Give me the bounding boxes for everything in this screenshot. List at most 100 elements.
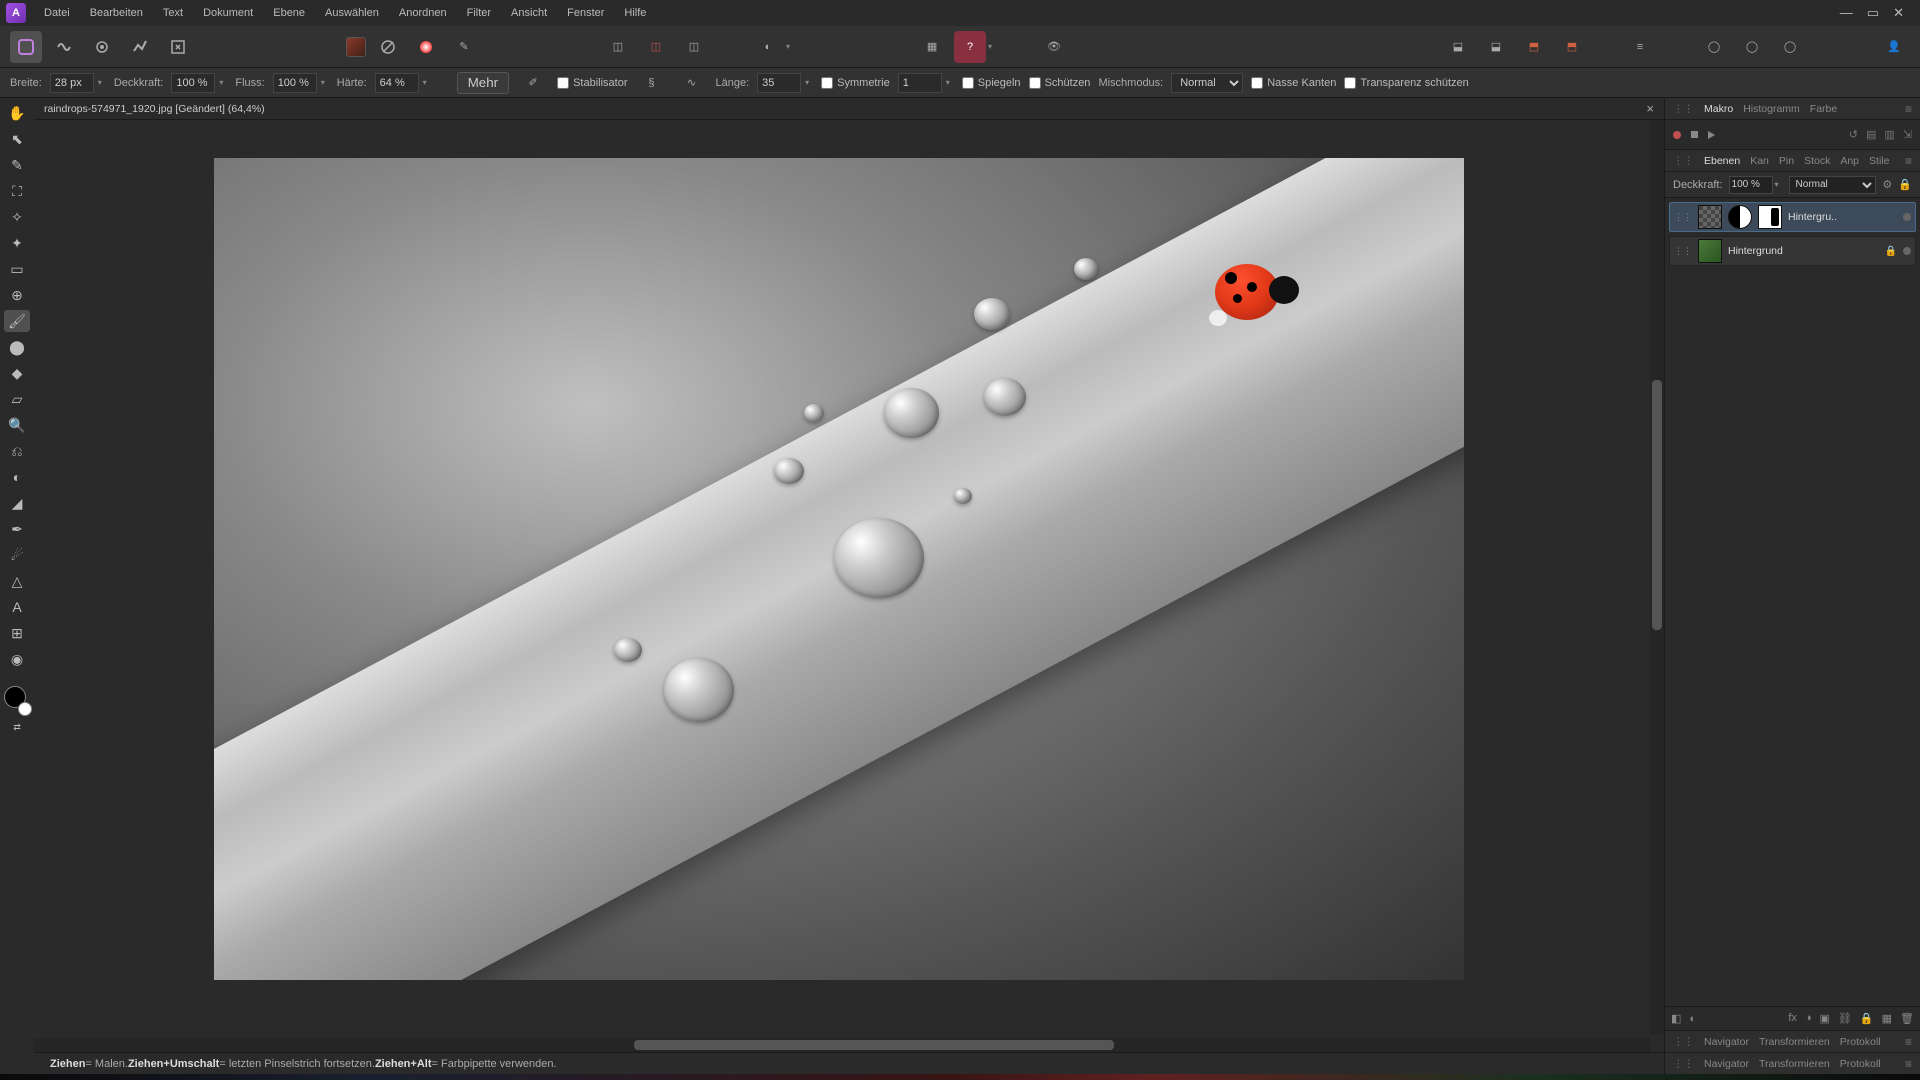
arrange-backward-icon[interactable]: ⬓ [1480, 31, 1512, 63]
add-layer-icon[interactable]: ▦ [1882, 1012, 1892, 1025]
document-close-icon[interactable]: × [1636, 101, 1664, 116]
smudge-tool-icon[interactable]: ☄ [4, 544, 30, 566]
paint-brush-tool-icon[interactable]: 🖌 [4, 310, 30, 332]
macro-add-icon[interactable]: ▥ [1884, 128, 1894, 141]
panel-menu-icon[interactable]: ≡ [1905, 1057, 1912, 1071]
group-icon[interactable]: ▣ [1820, 1012, 1830, 1025]
arrange-front-icon[interactable]: ⬒ [1556, 31, 1588, 63]
layer-visible-dot-icon[interactable] [1903, 247, 1911, 255]
menu-bearbeiten[interactable]: Bearbeiten [80, 0, 153, 26]
preview-icon[interactable]: 👁 [1038, 31, 1070, 63]
panel-grip-icon[interactable]: ⋮⋮ [1673, 103, 1694, 115]
tab-protokoll[interactable]: Protokoll [1840, 1036, 1881, 1048]
tab-navigator[interactable]: Navigator [1704, 1058, 1749, 1070]
mask-thumbnail-icon[interactable] [1758, 205, 1782, 229]
marquee-tool-icon[interactable]: ▭ [4, 258, 30, 280]
op-add-icon[interactable]: ◯ [1698, 31, 1730, 63]
panel-menu-icon[interactable]: ≡ [1905, 102, 1912, 116]
opacity-input[interactable] [171, 73, 215, 93]
color-picker-tool-icon[interactable]: ✎ [4, 154, 30, 176]
account-icon[interactable]: 👤 [1878, 31, 1910, 63]
tab-farbe[interactable]: Farbe [1810, 103, 1837, 115]
symmetry-checkbox[interactable]: Symmetrie [821, 77, 890, 89]
panel-grip-icon[interactable]: ⋮⋮ [1673, 1036, 1694, 1048]
macro-export-icon[interactable]: ⇲ [1903, 128, 1912, 141]
eyedropper-toolbar-icon[interactable]: ✎ [448, 31, 480, 63]
tab-anp[interactable]: Anp [1840, 155, 1859, 167]
lock-icon[interactable]: 🔒 [1885, 246, 1897, 257]
foreground-swatch[interactable] [346, 37, 366, 57]
menu-fenster[interactable]: Fenster [557, 0, 614, 26]
layer-lock-icon[interactable]: 🔒 [1898, 178, 1912, 191]
persona-photo-icon[interactable] [10, 31, 42, 63]
menu-auswaehlen[interactable]: Auswählen [315, 0, 389, 26]
selection-brush-tool-icon[interactable]: ✧ [4, 206, 30, 228]
layer-settings-icon[interactable]: ⚙ [1882, 178, 1892, 191]
protect-alpha-checkbox[interactable]: Transparenz schützen [1344, 77, 1468, 89]
view-tool-icon[interactable]: ◉ [4, 648, 30, 670]
flow-input[interactable] [273, 73, 317, 93]
mesh-tool-icon[interactable]: ⊞ [4, 622, 30, 644]
assistant-icon[interactable]: ? [954, 31, 986, 63]
window-maximize-icon[interactable]: ▭ [1867, 5, 1879, 21]
link-icon[interactable]: ⛓ [1838, 1012, 1852, 1025]
persona-develop-icon[interactable] [86, 31, 118, 63]
tab-makro[interactable]: Makro [1704, 103, 1733, 115]
window-mode-icon[interactable]: ∿ [675, 67, 707, 99]
chevron-down-icon[interactable]: ▾ [988, 42, 992, 51]
pen-tool-icon[interactable]: ✒ [4, 518, 30, 540]
stabilizer-checkbox[interactable]: Stabilisator [557, 77, 627, 89]
blendmode-select[interactable]: Normal [1171, 73, 1243, 93]
window-close-icon[interactable]: ✕ [1893, 5, 1904, 21]
zoom-tool-icon[interactable]: 🔍 [4, 414, 30, 436]
arrange-back-icon[interactable]: ⬓ [1442, 31, 1474, 63]
record-icon[interactable] [1673, 131, 1681, 139]
live-filter-icon[interactable]: ◑ [1805, 1012, 1812, 1025]
adjustment-thumbnail-icon[interactable] [1728, 205, 1752, 229]
shape-tool-icon[interactable]: △ [4, 570, 30, 592]
panel-grip-icon[interactable]: ⋮⋮ [1673, 155, 1694, 167]
mask-layer-icon[interactable]: ◧ [1671, 1012, 1681, 1025]
tab-kan[interactable]: Kan [1750, 155, 1769, 167]
menu-datei[interactable]: Datei [34, 0, 80, 26]
color-swatches[interactable] [4, 686, 30, 712]
selection-new-icon[interactable]: ◫ [602, 31, 634, 63]
chevron-down-icon[interactable]: ▾ [98, 78, 102, 87]
chevron-down-icon[interactable]: ▾ [1775, 180, 1779, 189]
tab-pin[interactable]: Pin [1779, 155, 1794, 167]
chevron-down-icon[interactable]: ▾ [946, 78, 950, 87]
stop-icon[interactable] [1691, 131, 1698, 138]
layer-blend-select[interactable]: Normal [1789, 176, 1877, 194]
erase-tool-icon[interactable]: ▱ [4, 388, 30, 410]
swap-colors-icon[interactable]: ⇄ [4, 716, 30, 738]
width-input[interactable] [50, 73, 94, 93]
menu-ansicht[interactable]: Ansicht [501, 0, 557, 26]
menu-ebene[interactable]: Ebene [263, 0, 315, 26]
no-color-icon[interactable] [372, 31, 404, 63]
persona-tone-icon[interactable] [124, 31, 156, 63]
more-button[interactable]: Mehr [457, 72, 509, 94]
chevron-down-icon[interactable]: ▾ [805, 78, 809, 87]
arrange-forward-icon[interactable]: ⬒ [1518, 31, 1550, 63]
hand-tool-icon[interactable]: ✋ [4, 102, 30, 124]
vertical-scrollbar[interactable] [1650, 120, 1664, 1034]
tab-transformieren[interactable]: Transformieren [1759, 1058, 1830, 1070]
crop-tool-icon[interactable]: ⛶ [4, 180, 30, 202]
tab-navigator[interactable]: Navigator [1704, 1036, 1749, 1048]
quickmask-icon[interactable]: ◐ [752, 31, 784, 63]
delete-layer-icon[interactable]: 🗑 [1900, 1012, 1914, 1025]
tab-protokoll[interactable]: Protokoll [1840, 1058, 1881, 1070]
clone-tool-icon[interactable]: ⎌ [4, 440, 30, 462]
background-color-icon[interactable] [18, 702, 32, 716]
dodge-tool-icon[interactable]: ◐ [4, 466, 30, 488]
text-tool-icon[interactable]: A [4, 596, 30, 618]
hardness-input[interactable] [375, 73, 419, 93]
selection-remove-icon[interactable]: ◫ [640, 31, 672, 63]
layer-name-label[interactable]: Hintergrund [1728, 245, 1879, 257]
wetedges-checkbox[interactable]: Nasse Kanten [1251, 77, 1336, 89]
op-subtract-icon[interactable]: ◯ [1736, 31, 1768, 63]
layer-thumbnail[interactable] [1698, 205, 1722, 229]
force-pressure-icon[interactable]: ✐ [517, 67, 549, 99]
layer-opacity-input[interactable] [1729, 176, 1773, 194]
protect-checkbox[interactable]: Schützen [1029, 77, 1091, 89]
